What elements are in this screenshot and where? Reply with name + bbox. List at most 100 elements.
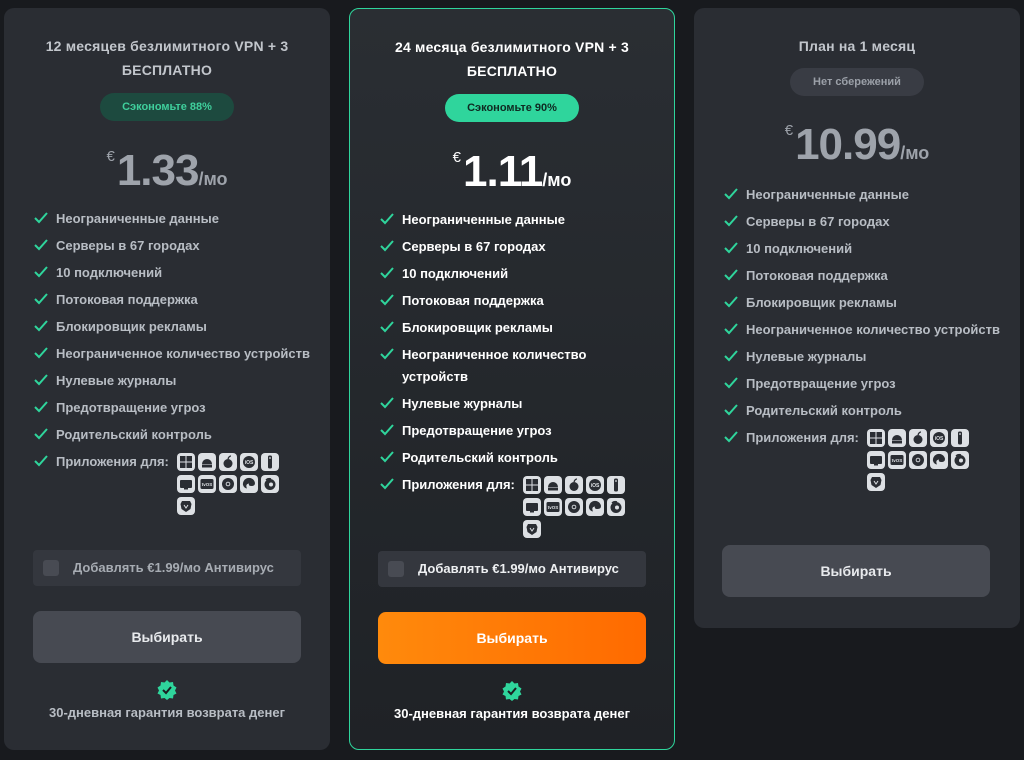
plan-card-24-months: 24 месяца безлимитного VPN + 3 БЕСПЛАТНО… bbox=[349, 8, 675, 750]
check-icon bbox=[380, 240, 394, 252]
feature-item: Неограниченное количество устройств bbox=[34, 343, 310, 365]
feature-item: Неограниченное количество устройств bbox=[380, 344, 654, 388]
tvos-icon: tvOS bbox=[887, 451, 906, 469]
firefox-icon bbox=[606, 498, 625, 516]
feature-item: Нулевые журналы bbox=[380, 393, 654, 415]
price-period: /мо bbox=[900, 143, 930, 163]
apps-label: Приложения для: bbox=[746, 430, 859, 445]
remote-icon bbox=[260, 453, 279, 471]
price-amount: 1.11 bbox=[463, 147, 543, 196]
firefox-icon bbox=[260, 475, 279, 493]
plan-price: €1.33/мо bbox=[4, 146, 330, 196]
android-tv-icon bbox=[176, 475, 195, 493]
feature-item: Неограниченное количество устройств bbox=[724, 319, 1000, 341]
check-icon bbox=[380, 213, 394, 225]
feature-item: Нулевые журналы bbox=[724, 346, 1000, 368]
svg-text:iOS: iOS bbox=[245, 460, 254, 466]
price-amount: 1.33 bbox=[116, 146, 200, 195]
brave-icon bbox=[866, 473, 885, 491]
select-button[interactable]: Выбирать bbox=[378, 612, 646, 664]
remote-icon bbox=[950, 429, 969, 447]
apps-label: Приложения для: bbox=[402, 477, 515, 492]
check-icon bbox=[380, 348, 394, 360]
price-period: /мо bbox=[542, 170, 572, 190]
app-icon-grid: iOS tvOS bbox=[176, 451, 297, 515]
antivirus-addon[interactable]: Добавлять €1.99/мо Антивирус bbox=[33, 550, 301, 586]
select-button[interactable]: Выбирать bbox=[33, 611, 301, 663]
plan-card-1-month: План на 1 месяц Нет сбережений €10.99/мо… bbox=[694, 8, 1020, 628]
price-amount: 10.99 bbox=[795, 120, 901, 169]
feature-item: Родительский контроль bbox=[724, 400, 1000, 422]
apple-icon bbox=[564, 476, 583, 494]
app-icon-grid: iOS tvOS bbox=[522, 474, 643, 538]
windows-icon bbox=[176, 453, 195, 471]
check-icon bbox=[380, 478, 394, 490]
savings-badge: Сэкономьте 88% bbox=[100, 93, 234, 121]
feature-item-apps: Приложения для: iOS tvOS bbox=[34, 451, 310, 515]
check-icon bbox=[34, 455, 48, 467]
feature-item-apps: Приложения для: iOS tvOS bbox=[724, 427, 1000, 491]
feature-item: Родительский контроль bbox=[34, 424, 310, 446]
select-button[interactable]: Выбирать bbox=[722, 545, 990, 597]
apps-label: Приложения для: bbox=[56, 454, 169, 469]
feature-item: Потоковая поддержка bbox=[724, 265, 1000, 287]
plan-price: €1.11/мо bbox=[350, 147, 674, 197]
edge-icon bbox=[585, 498, 604, 516]
feature-item: Нулевые журналы bbox=[34, 370, 310, 392]
antivirus-addon[interactable]: Добавлять €1.99/мо Антивирус bbox=[378, 551, 646, 587]
check-icon bbox=[724, 269, 738, 281]
check-icon bbox=[724, 242, 738, 254]
check-icon bbox=[34, 212, 48, 224]
feature-item: Предотвращение угроз bbox=[34, 397, 310, 419]
feature-item-apps: Приложения для: iOS tvOS bbox=[380, 474, 654, 538]
feature-list: Неограниченные данные Серверы в 67 город… bbox=[724, 184, 1000, 496]
plan-title: 12 месяцев безлимитного VPN + 3 БЕСПЛАТН… bbox=[45, 38, 289, 78]
antivirus-label: Добавлять €1.99/мо Антивирус bbox=[73, 560, 274, 575]
check-icon bbox=[380, 397, 394, 409]
feature-item: 10 подключений bbox=[724, 238, 1000, 260]
currency-symbol: € bbox=[452, 149, 462, 166]
verified-badge-icon bbox=[502, 681, 522, 701]
money-back-guarantee: 30-дневная гарантия возврата денег bbox=[393, 706, 631, 721]
feature-item: Потоковая поддержка bbox=[380, 290, 654, 312]
tvos-icon: tvOS bbox=[543, 498, 562, 516]
edge-icon bbox=[929, 451, 948, 469]
check-icon bbox=[34, 428, 48, 440]
check-icon bbox=[34, 401, 48, 413]
feature-item: Потоковая поддержка bbox=[34, 289, 310, 311]
chrome-icon bbox=[218, 475, 237, 493]
feature-list: Неограниченные данные Серверы в 67 город… bbox=[380, 209, 654, 543]
feature-item: Серверы в 67 городах bbox=[380, 236, 654, 258]
antivirus-checkbox[interactable] bbox=[43, 560, 59, 576]
tvos-icon: tvOS bbox=[197, 475, 216, 493]
feature-item: Серверы в 67 городах bbox=[34, 235, 310, 257]
check-icon bbox=[34, 266, 48, 278]
savings-badge: Нет сбережений bbox=[790, 68, 924, 96]
android-tv-icon bbox=[522, 498, 541, 516]
savings-badge: Сэкономьте 90% bbox=[445, 94, 579, 122]
check-icon bbox=[34, 374, 48, 386]
antivirus-label: Добавлять €1.99/мо Антивирус bbox=[418, 561, 619, 576]
money-back-guarantee: 30-дневная гарантия возврата денег bbox=[48, 705, 286, 720]
antivirus-checkbox[interactable] bbox=[388, 561, 404, 577]
firefox-icon bbox=[950, 451, 969, 469]
check-icon bbox=[34, 347, 48, 359]
feature-list: Неограниченные данные Серверы в 67 город… bbox=[34, 208, 310, 520]
plan-price: €10.99/мо bbox=[694, 120, 1020, 170]
chrome-icon bbox=[908, 451, 927, 469]
svg-text:tvOS: tvOS bbox=[892, 458, 903, 463]
check-icon bbox=[380, 267, 394, 279]
check-icon bbox=[34, 320, 48, 332]
apple-icon bbox=[908, 429, 927, 447]
feature-item: Блокировщик рекламы bbox=[724, 292, 1000, 314]
feature-item: 10 подключений bbox=[380, 263, 654, 285]
android-tv-icon bbox=[866, 451, 885, 469]
check-icon bbox=[380, 294, 394, 306]
check-icon bbox=[724, 431, 738, 443]
windows-icon bbox=[866, 429, 885, 447]
plan-title: 24 месяца безлимитного VPN + 3 БЕСПЛАТНО bbox=[395, 39, 629, 79]
ios-icon: iOS bbox=[585, 476, 604, 494]
android-icon bbox=[887, 429, 906, 447]
windows-icon bbox=[522, 476, 541, 494]
currency-symbol: € bbox=[106, 148, 115, 165]
